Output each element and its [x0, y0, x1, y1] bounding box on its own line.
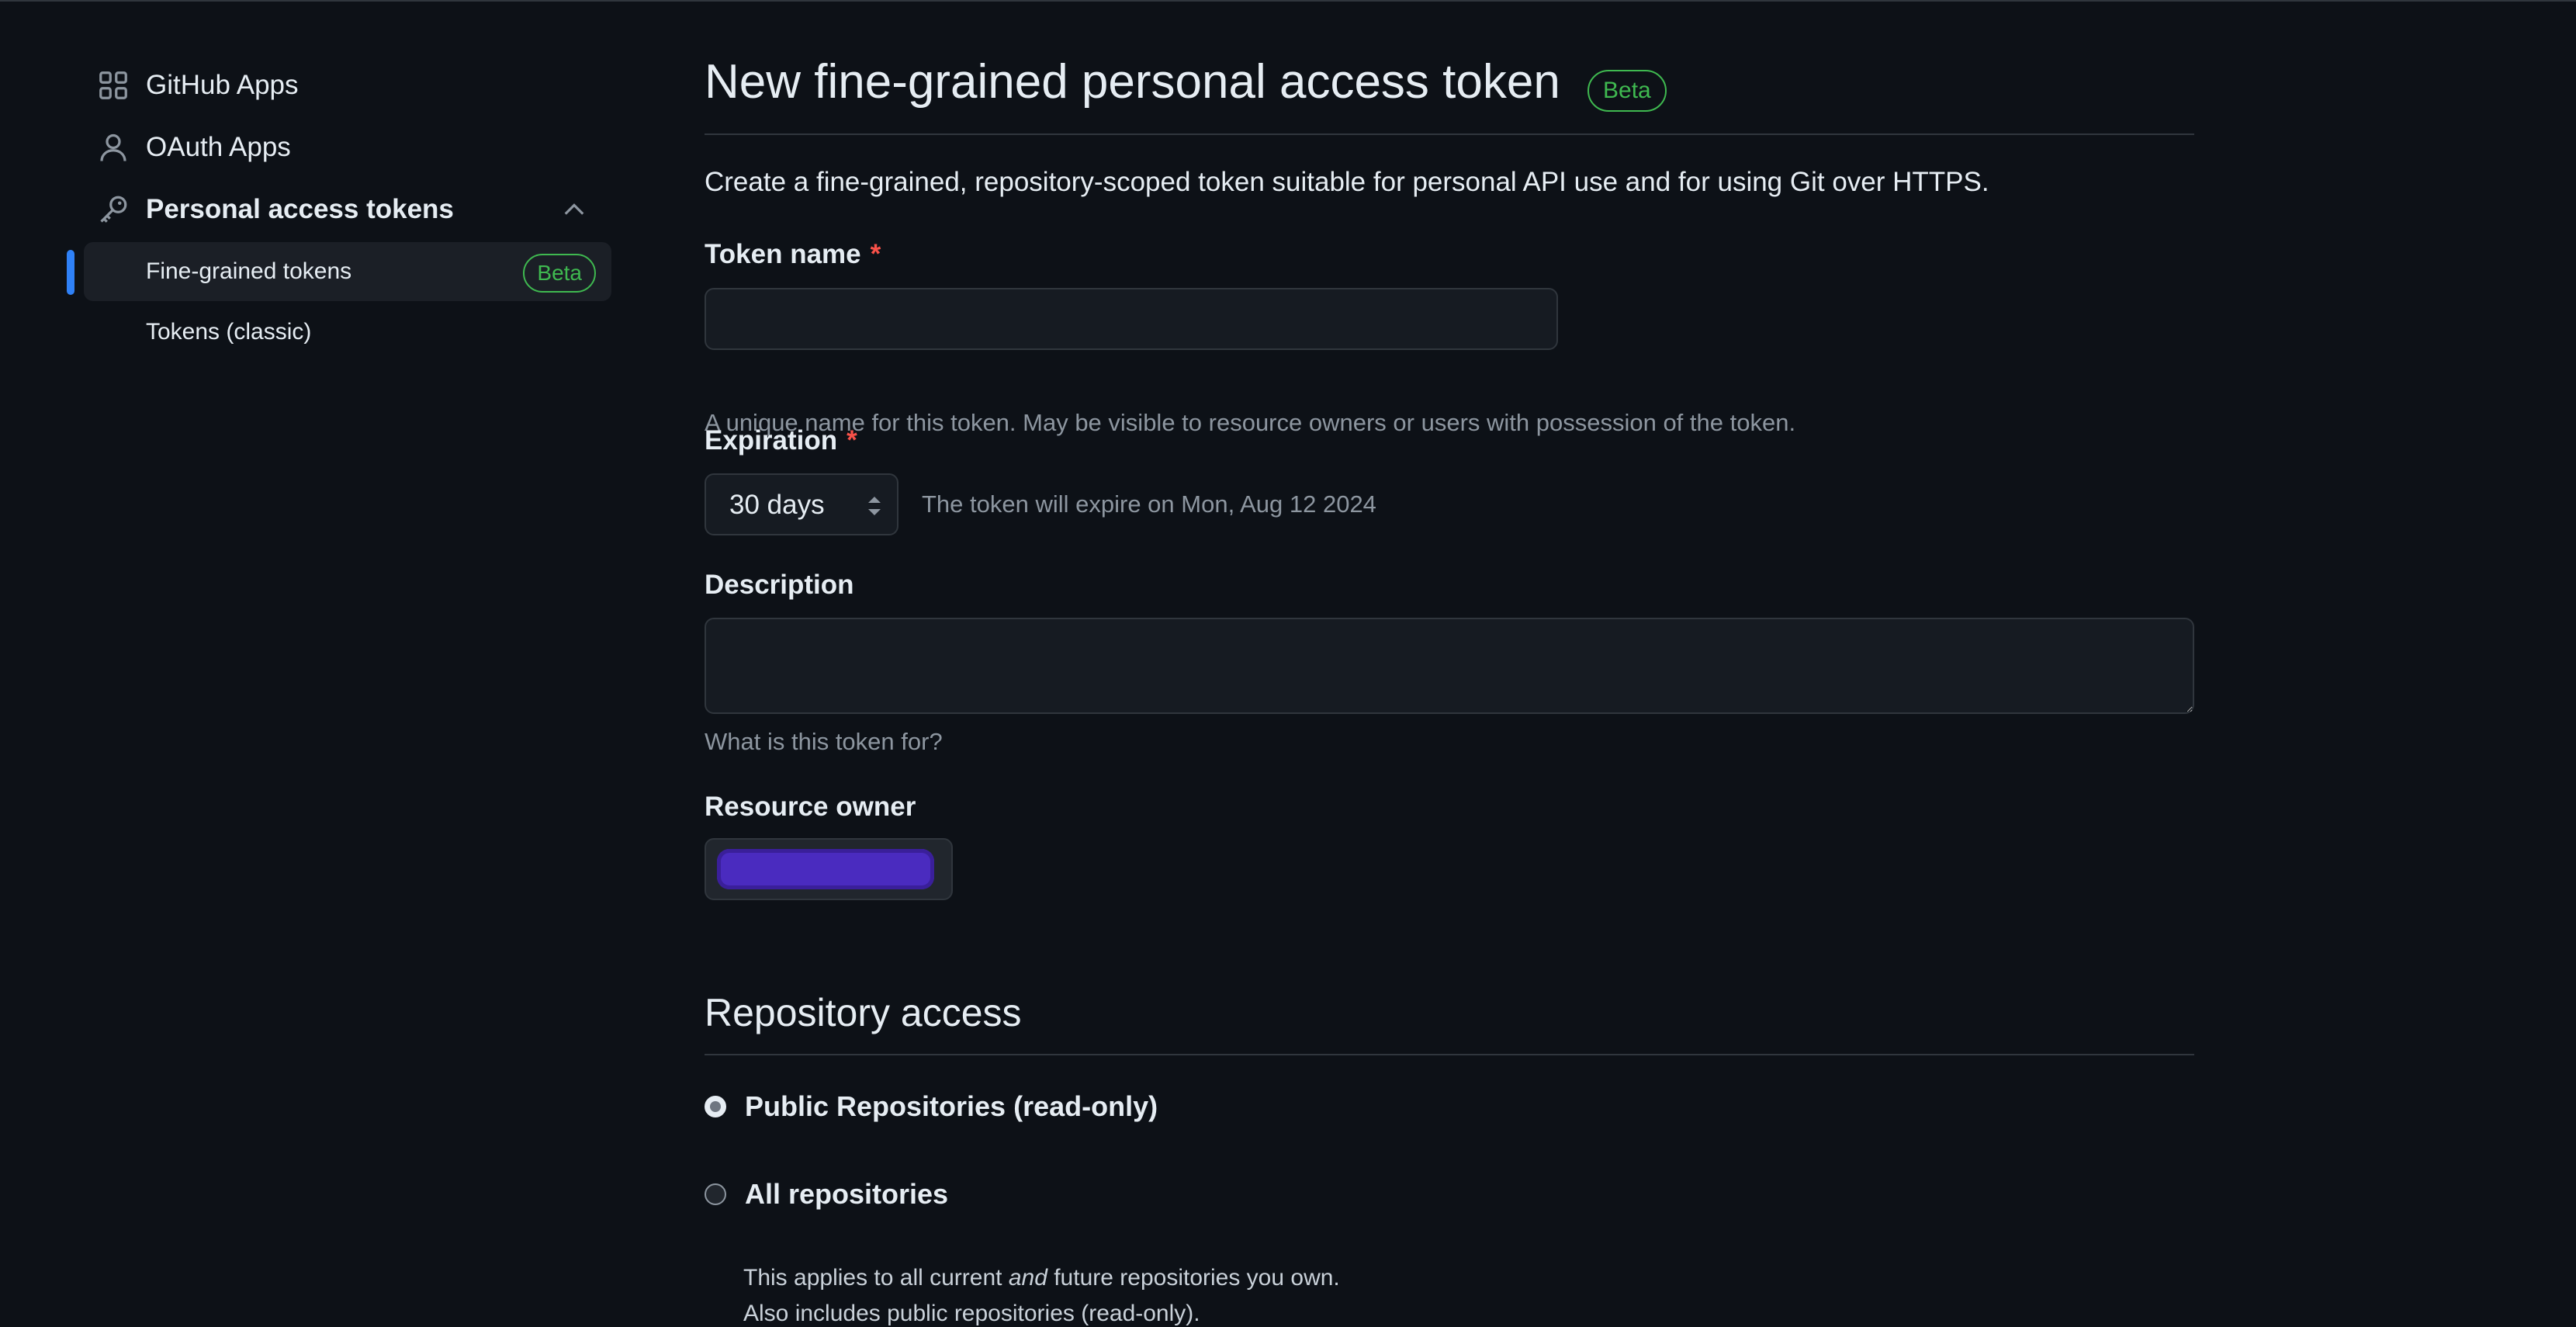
radio-button[interactable]	[705, 1183, 726, 1205]
token-name-hint: A unique name for this token. May be vis…	[705, 409, 1796, 436]
token-form: New fine-grained personal access token B…	[705, 47, 2194, 1326]
required-mark: *	[870, 239, 881, 269]
redacted-owner-name	[717, 849, 934, 889]
top-border	[0, 0, 2576, 2]
expiration-label: Expiration *	[705, 425, 857, 456]
page-title: New fine-grained personal access token	[705, 55, 1560, 109]
chevron-up-icon[interactable]	[560, 196, 588, 223]
expiration-label-text: Expiration	[705, 425, 838, 456]
resource-owner-select[interactable]	[705, 838, 953, 900]
sidebar-item-personal-access-tokens[interactable]: Personal access tokens	[68, 178, 611, 241]
settings-sidebar: GitHub Apps OAuth Apps Personal access t…	[67, 54, 611, 362]
desc-text: future repositories you own.	[1047, 1265, 1340, 1291]
radio-button-checked[interactable]	[705, 1096, 726, 1117]
sidebar-item-oauth-apps[interactable]: OAuth Apps	[68, 116, 611, 178]
all-repositories-note: Also includes public repositories (read-…	[743, 1301, 1200, 1326]
radio-label: Public Repositories (read-only)	[745, 1090, 1158, 1122]
page-intro: Create a fine-grained, repository-scoped…	[705, 167, 1989, 197]
active-indicator	[67, 250, 74, 295]
description-hint: What is this token for?	[705, 728, 943, 755]
sidebar-item-label: Personal access tokens	[146, 194, 454, 224]
person-icon	[100, 133, 126, 161]
repository-access-heading: Repository access	[705, 986, 2194, 1055]
select-arrows-icon	[868, 497, 881, 515]
expiration-select[interactable]: 30 days	[705, 473, 898, 535]
radio-all-repositories[interactable]: All repositories	[705, 1178, 948, 1211]
expiration-date-note: The token will expire on Mon, Aug 12 202…	[922, 490, 1376, 518]
resource-owner-label: Resource owner	[705, 792, 916, 822]
description-textarea[interactable]	[705, 618, 2194, 714]
sidebar-item-tokens-classic[interactable]: Tokens (classic)	[68, 303, 611, 362]
sidebar-item-label: OAuth Apps	[146, 132, 291, 162]
apps-grid-icon	[99, 71, 127, 99]
key-icon	[100, 196, 127, 223]
sidebar-item-label: GitHub Apps	[146, 70, 299, 100]
sidebar-item-label: Fine-grained tokens	[146, 258, 352, 284]
sidebar-item-fine-grained-tokens[interactable]: Fine-grained tokens Beta	[67, 242, 611, 301]
repository-access-title: Repository access	[705, 991, 1022, 1034]
desc-emphasis: and	[1008, 1265, 1047, 1291]
token-name-input[interactable]	[705, 288, 1558, 350]
sidebar-item-github-apps[interactable]: GitHub Apps	[68, 54, 611, 116]
radio-public-repositories[interactable]: Public Repositories (read-only)	[705, 1090, 1158, 1123]
required-mark: *	[847, 425, 857, 456]
token-name-label-text: Token name	[705, 239, 861, 269]
desc-text: This applies to all current	[743, 1265, 1009, 1291]
page-header: New fine-grained personal access token B…	[705, 47, 2194, 135]
beta-badge: Beta	[523, 254, 596, 293]
description-label: Description	[705, 570, 854, 600]
radio-label: All repositories	[745, 1178, 949, 1210]
expiration-selected-value: 30 days	[729, 490, 825, 520]
sidebar-item-label: Tokens (classic)	[146, 319, 312, 345]
token-name-label: Token name *	[705, 239, 881, 270]
beta-badge: Beta	[1587, 70, 1667, 112]
all-repositories-description: This applies to all current and future r…	[743, 1265, 1340, 1291]
